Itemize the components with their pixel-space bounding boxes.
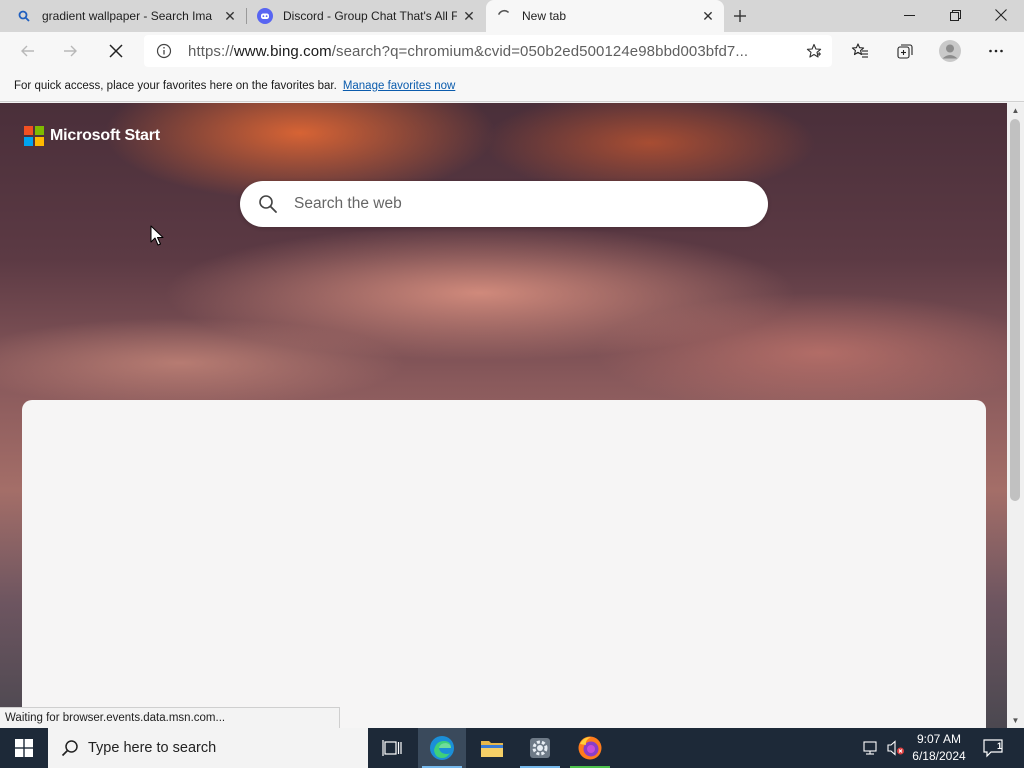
scrollbar-thumb[interactable]	[1010, 119, 1020, 501]
tab-new-tab[interactable]: New tab ✕	[486, 0, 724, 32]
news-feed-panel	[22, 400, 986, 728]
folder-icon	[481, 741, 503, 757]
page-scrollbar[interactable]: ▲ ▼	[1007, 103, 1024, 728]
close-tab-icon[interactable]: ✕	[457, 4, 481, 28]
taskbar-file-explorer[interactable]	[468, 728, 516, 768]
discord-icon	[257, 8, 273, 24]
scroll-up-arrow-icon[interactable]: ▲	[1007, 103, 1024, 118]
back-button[interactable]	[14, 37, 42, 65]
favorites-button[interactable]	[846, 37, 874, 65]
tab-discord[interactable]: Discord - Group Chat That's All F ✕	[247, 0, 485, 32]
volume-muted-icon[interactable]	[884, 728, 908, 768]
status-bar: Waiting for browser.events.data.msn.com.…	[0, 707, 340, 728]
url-path: /search?q=chromium&cvid=050b2ed500124e98…	[331, 43, 749, 60]
restore-button[interactable]	[932, 0, 978, 30]
edge-icon	[430, 736, 454, 760]
more-options-button[interactable]	[982, 37, 1010, 65]
add-favorite-star-icon[interactable]	[802, 39, 826, 63]
taskbar-search-box[interactable]: Type here to search	[48, 728, 368, 768]
search-icon	[61, 740, 78, 757]
search-icon	[258, 194, 278, 214]
screen: gradient wallpaper - Search Ima ✕ Discor…	[0, 0, 1024, 768]
firefox-icon	[578, 736, 602, 760]
task-view-icon	[382, 740, 402, 756]
loading-icon	[496, 8, 512, 24]
minimize-button[interactable]	[886, 0, 932, 30]
tab-strip: gradient wallpaper - Search Ima ✕ Discor…	[0, 0, 1024, 32]
clock-date: 6/18/2024	[912, 749, 966, 763]
url-host: www.bing.com	[233, 43, 332, 60]
new-tab-button[interactable]	[728, 4, 752, 28]
site-info-icon[interactable]	[154, 41, 174, 61]
taskbar-edge[interactable]	[418, 728, 466, 768]
notifications-icon[interactable]: 1	[978, 728, 1008, 768]
favorites-bar: For quick access, place your favorites h…	[0, 70, 1024, 102]
search-input[interactable]	[294, 193, 734, 215]
browser-toolbar: https://www.bing.com/search?q=chromium&c…	[0, 32, 1024, 70]
microsoft-logo-icon	[24, 126, 44, 146]
close-tab-icon[interactable]: ✕	[218, 4, 242, 28]
brand-name: Microsoft Start	[50, 127, 160, 144]
task-view-button[interactable]	[368, 728, 416, 768]
notification-count: 1	[997, 741, 1003, 751]
url-text[interactable]: https://www.bing.com/search?q=chromium&c…	[188, 43, 748, 60]
start-button[interactable]	[0, 728, 48, 768]
profile-avatar[interactable]	[936, 37, 964, 65]
taskbar-firefox[interactable]	[566, 728, 614, 768]
new-tab-page: Microsoft Start Waiting for browser.even…	[0, 103, 1007, 728]
scroll-down-arrow-icon[interactable]: ▼	[1007, 713, 1024, 728]
url-prefix: https://	[188, 43, 234, 60]
stop-loading-button[interactable]	[102, 37, 130, 65]
collections-button[interactable]	[891, 37, 919, 65]
tab-title: gradient wallpaper - Search Ima	[42, 9, 213, 23]
windows-logo-icon	[15, 739, 33, 757]
web-search-box[interactable]	[240, 181, 768, 227]
forward-button[interactable]	[56, 37, 84, 65]
tab-title: New tab	[522, 9, 567, 23]
taskbar-search-placeholder: Type here to search	[88, 740, 217, 756]
favorites-bar-message: For quick access, place your favorites h…	[14, 79, 337, 92]
microsoft-start-logo[interactable]: Microsoft Start	[24, 126, 160, 146]
address-bar[interactable]: https://www.bing.com/search?q=chromium&c…	[144, 35, 832, 67]
tab-title: Discord - Group Chat That's All F	[283, 9, 457, 23]
tab-search-images[interactable]: gradient wallpaper - Search Ima ✕	[0, 0, 246, 32]
taskbar-settings[interactable]	[516, 728, 564, 768]
network-icon[interactable]	[858, 728, 882, 768]
close-window-button[interactable]	[978, 0, 1024, 30]
clock-time: 9:07 AM	[916, 732, 962, 746]
system-clock[interactable]: 9:07 AM 6/18/2024	[906, 731, 972, 765]
settings-gear-icon	[530, 738, 550, 758]
search-icon	[16, 8, 32, 24]
manage-favorites-link[interactable]: Manage favorites now	[343, 80, 456, 92]
close-tab-icon[interactable]: ✕	[696, 4, 720, 28]
mouse-cursor-icon	[150, 225, 164, 246]
windows-taskbar: Type here to search 9:07 AM 6/18/2024 1	[0, 728, 1024, 768]
